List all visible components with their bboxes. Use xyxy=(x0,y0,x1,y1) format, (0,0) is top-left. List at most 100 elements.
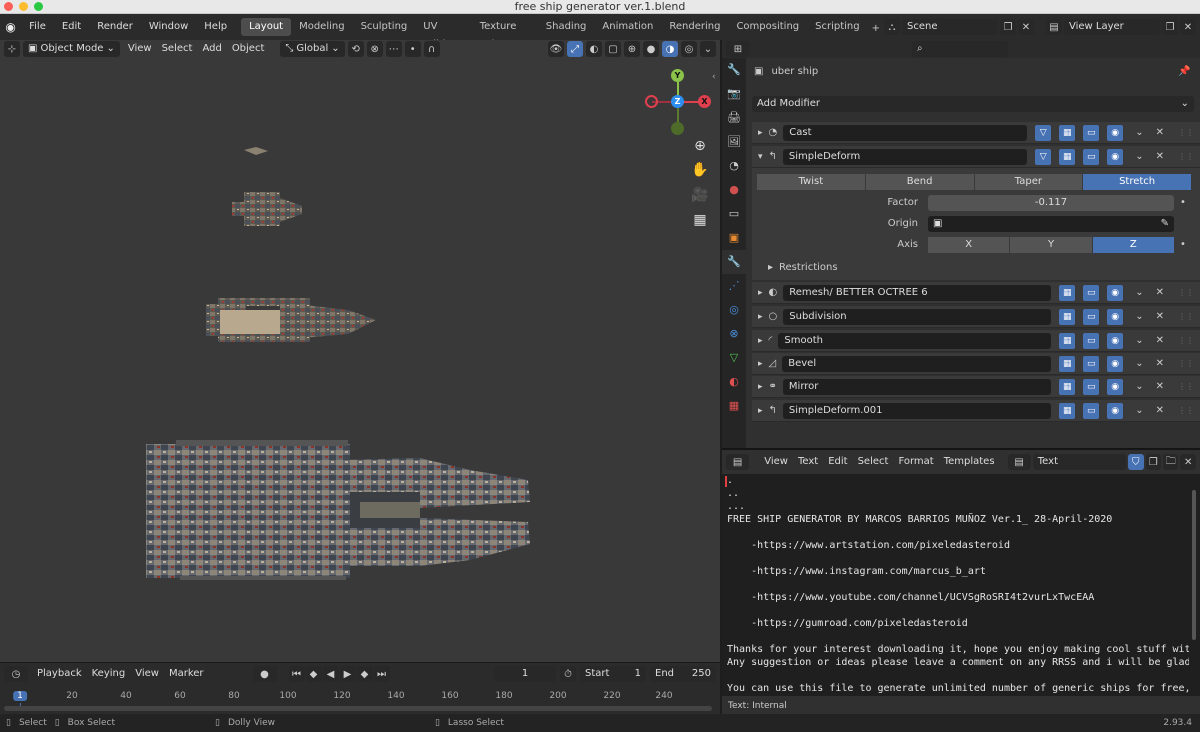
text-menu-text[interactable]: Text xyxy=(793,454,823,470)
tab-uv-editing[interactable]: UV Editing xyxy=(415,18,471,50)
viewport-display-icon[interactable]: ▭ xyxy=(1083,308,1100,325)
new-text-icon[interactable]: ❐ xyxy=(1145,454,1161,470)
ortho-grid-icon[interactable]: ▦ xyxy=(690,210,710,230)
axis-keyframe-dot-icon[interactable]: • xyxy=(1180,239,1186,250)
axis-x-button[interactable]: X xyxy=(928,237,1010,253)
method-taper-button[interactable]: Taper xyxy=(974,174,1083,190)
sidebar-toggle-icon[interactable]: ‹ xyxy=(712,72,716,82)
fake-user-icon[interactable]: ⛉ xyxy=(1128,454,1144,470)
text-menu-format[interactable]: Format xyxy=(893,454,938,470)
ship-large[interactable] xyxy=(206,298,376,342)
chevron-down-icon[interactable]: ⌄ xyxy=(1135,358,1143,369)
render-icon[interactable]: ◉ xyxy=(1107,284,1124,301)
modifier-name-field[interactable]: Remesh/ BETTER OCTREE 6 xyxy=(783,284,1052,301)
unlink-text-icon[interactable]: ✕ xyxy=(1180,454,1196,470)
drag-handle-icon[interactable]: ⋮⋮ xyxy=(1178,288,1194,297)
tab-rendering[interactable]: Rendering xyxy=(661,18,728,36)
viewport-display-icon[interactable]: ▭ xyxy=(1083,402,1100,419)
drag-handle-icon[interactable]: ⋮⋮ xyxy=(1178,128,1194,137)
drag-handle-icon[interactable]: ⋮⋮ xyxy=(1178,152,1194,161)
chevron-right-icon[interactable]: ▸ xyxy=(758,128,763,138)
pan-hand-icon[interactable]: ✋ xyxy=(690,160,710,180)
menu-help[interactable]: Help xyxy=(196,14,235,40)
edit-cage-icon[interactable]: ▽ xyxy=(1035,124,1052,141)
close-icon[interactable]: ✕ xyxy=(1156,311,1164,322)
tab-compositing[interactable]: Compositing xyxy=(728,18,807,36)
method-stretch-button[interactable]: Stretch xyxy=(1083,174,1191,190)
axis-y-button[interactable]: Y xyxy=(1010,237,1092,253)
viewport-display-icon[interactable]: ▭ xyxy=(1083,124,1100,141)
chevron-down-icon[interactable]: ⌄ xyxy=(1135,127,1143,138)
drag-handle-icon[interactable]: ⋮⋮ xyxy=(1178,406,1194,415)
ship-capital[interactable] xyxy=(146,440,530,580)
gizmo-x-axis[interactable]: X xyxy=(698,95,711,108)
chevron-down-icon[interactable]: ⌄ xyxy=(1135,151,1143,162)
timeline-scrollbar[interactable] xyxy=(4,706,712,711)
text-editor-type-icon[interactable]: ▤ xyxy=(726,454,750,470)
gizmo-z-axis[interactable]: Z xyxy=(671,95,684,108)
chevron-right-icon[interactable]: ▸ xyxy=(758,312,763,322)
open-text-icon[interactable]: 🗀 xyxy=(1163,454,1179,470)
tab-scripting[interactable]: Scripting xyxy=(807,18,867,36)
method-bend-button[interactable]: Bend xyxy=(865,174,974,190)
chevron-down-icon[interactable]: ⌄ xyxy=(1135,287,1143,298)
text-menu-templates[interactable]: Templates xyxy=(939,454,1000,470)
edit-mode-icon[interactable]: ▦ xyxy=(1059,332,1076,349)
chevron-down-icon[interactable]: ⌄ xyxy=(1135,311,1143,322)
close-view-layer-icon[interactable]: ✕ xyxy=(1180,19,1196,35)
gizmo-neg-y-axis[interactable] xyxy=(671,122,684,135)
tab-shading[interactable]: Shading xyxy=(538,18,595,36)
drag-handle-icon[interactable]: ⋮⋮ xyxy=(1178,382,1194,391)
render-icon[interactable]: ◉ xyxy=(1107,355,1124,372)
scene-field[interactable]: Scene xyxy=(902,19,998,35)
render-icon[interactable]: ◉ xyxy=(1107,308,1124,325)
text-datablock-field[interactable]: Text xyxy=(1032,454,1127,470)
copy-scene-icon[interactable]: ❐ xyxy=(1000,19,1016,35)
modifier-name-field[interactable]: Mirror xyxy=(782,378,1052,395)
close-icon[interactable]: ✕ xyxy=(1156,151,1164,162)
close-scene-icon[interactable]: ✕ xyxy=(1018,19,1034,35)
close-icon[interactable]: ✕ xyxy=(1156,358,1164,369)
text-datablock-icon[interactable]: ▤ xyxy=(1007,454,1031,470)
view-layer-field[interactable]: View Layer xyxy=(1064,19,1160,35)
edit-cage-icon[interactable]: ▽ xyxy=(1035,148,1052,165)
edit-mode-icon[interactable]: ▦ xyxy=(1059,148,1076,165)
drag-handle-icon[interactable]: ⋮⋮ xyxy=(1178,312,1194,321)
view-layer-icon[interactable]: ▤ xyxy=(1046,19,1062,35)
tab-layout[interactable]: Layout xyxy=(241,18,292,36)
viewport-display-icon[interactable]: ▭ xyxy=(1083,284,1100,301)
edit-mode-icon[interactable]: ▦ xyxy=(1059,355,1076,372)
chevron-right-icon[interactable]: ▸ xyxy=(758,359,763,369)
modifier-name-field[interactable]: Bevel xyxy=(782,355,1052,372)
playhead[interactable]: 1 xyxy=(13,691,27,701)
factor-field[interactable]: -0.117 xyxy=(928,195,1174,211)
close-icon[interactable]: ✕ xyxy=(1156,127,1164,138)
chevron-right-icon[interactable]: ▸ xyxy=(758,336,763,346)
chevron-right-icon[interactable]: ▸ xyxy=(758,406,763,416)
edit-mode-icon[interactable]: ▦ xyxy=(1059,378,1076,395)
render-icon[interactable]: ◉ xyxy=(1107,332,1124,349)
text-menu-view[interactable]: View xyxy=(759,454,793,470)
chevron-right-icon[interactable]: ▸ xyxy=(758,288,763,298)
menu-render[interactable]: Render xyxy=(89,14,141,40)
tab-modeling[interactable]: Modeling xyxy=(291,18,353,36)
navigation-gizmo[interactable]: Y Z X xyxy=(640,66,716,142)
gizmo-y-axis[interactable]: Y xyxy=(671,69,684,82)
timeline[interactable]: ◷ Playback Keying View Marker ● ⏮ ◆ ◀ ▶ ◆ ⏭… xyxy=(0,662,720,714)
close-icon[interactable]: ✕ xyxy=(1156,287,1164,298)
3d-viewport[interactable]: ⊹ ▣ Object Mode ⌄ View Select Add Object ⤡ … xyxy=(0,40,720,662)
restrictions-subpanel[interactable]: ▸ Restrictions xyxy=(768,262,838,273)
modifier-name-field[interactable]: Cast xyxy=(783,124,1028,141)
render-icon[interactable]: ◉ xyxy=(1107,124,1124,141)
modifier-name-field[interactable]: SimpleDeform.001 xyxy=(782,402,1052,419)
menu-file[interactable]: File xyxy=(21,14,54,40)
ship-small[interactable] xyxy=(244,147,268,155)
add-workspace-button[interactable]: + xyxy=(868,20,884,38)
text-content[interactable]: ...... FREE SHIP GENERATOR BY MARCOS BARR… xyxy=(727,474,1189,694)
render-icon[interactable]: ◉ xyxy=(1107,148,1124,165)
origin-field[interactable]: ▣ ✎ xyxy=(928,216,1174,232)
close-icon[interactable]: ✕ xyxy=(1156,381,1164,392)
viewport-display-icon[interactable]: ▭ xyxy=(1083,378,1100,395)
zoom-icon[interactable]: ⊕ xyxy=(690,136,710,156)
camera-view-icon[interactable]: 🎥 xyxy=(690,185,710,205)
